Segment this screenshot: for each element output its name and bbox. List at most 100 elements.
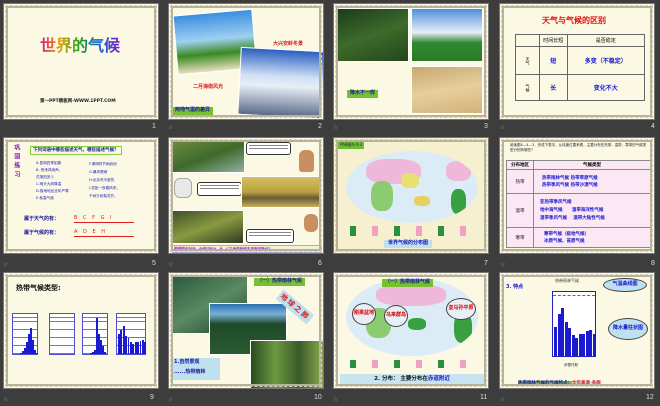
animation-icon: ☆	[3, 396, 9, 403]
table-header: 时间长短	[539, 34, 568, 47]
speech-bubble	[246, 142, 291, 155]
climate-types-table: 分布地区 气候类型 热带 热带雨林气候 热带草原气候 热带季风气候 热带沙漠气候 温带…	[506, 160, 651, 248]
table-cell: 气候	[515, 74, 540, 101]
weather-label: 属于天气的有：	[24, 216, 60, 222]
animation-icon: ☆	[500, 124, 506, 131]
slide-number: 2	[318, 123, 322, 130]
slide-number: 7	[484, 260, 488, 267]
slide-number: 4	[651, 123, 655, 130]
table-cell: 短	[539, 46, 568, 75]
grassland-photo	[411, 8, 483, 62]
slide-thumbnail-6[interactable]: 根据图中对话，分组讨论A、B、C三地的气候各自有何特点?	[168, 137, 324, 254]
snow-forest-photo	[237, 46, 323, 119]
caption: 根据图中对话，分组讨论A、B、C三地的气候各自有何特点?	[172, 245, 322, 253]
mini-climate-chart	[12, 313, 38, 355]
slide-thumbnail-9[interactable]: 热带气候类型:	[3, 272, 159, 389]
person-illustration	[174, 178, 192, 198]
slide-thumbnail-8[interactable]: 阅读图4—4—3，完成下表中，从纬度位置来看，主要分布在热带、温带、寒带的气候类…	[499, 137, 655, 254]
slide-thumbnail-5[interactable]: 巩固练习 下列词语中哪些描述天气，哪些描述气候？ A.昆明四季如春 B. 夜来风雨…	[3, 137, 159, 254]
slide-thumbnail-12[interactable]: 3. 特点 热带雨林气候 伊基托斯 气温曲线图 降水量柱状图 热带雨林气候的气候…	[499, 272, 655, 389]
slide-number: 9	[150, 394, 154, 401]
animation-icon: ☆	[500, 396, 506, 403]
cloud-label: 马来群岛	[384, 305, 408, 327]
cloud-label: 亚马孙平原	[446, 298, 476, 320]
map-legend	[350, 360, 475, 368]
slide-thumbnail-11[interactable]: （一）热带雨林气候 刚果盆地 马来群岛 亚马孙平原 2. 分布： 主要分布在赤道…	[333, 272, 489, 389]
table-header: 分布地区	[506, 160, 534, 170]
cloud-label: 刚果盆地	[352, 303, 376, 325]
slide-number: 12	[646, 394, 654, 401]
section-tag: （一）热带雨林气候	[254, 278, 306, 286]
figure-tag: P68图4-4-3	[338, 142, 365, 149]
slide-thumbnail-2[interactable]: 大兴安岭冬景 二月海南风光 两地气温的差异	[168, 3, 324, 120]
slide-number: 8	[651, 260, 655, 267]
station-name: 伊基托斯	[564, 363, 578, 367]
mini-climate-chart	[49, 313, 75, 355]
table-header: 是否稳定	[566, 34, 646, 47]
table-cell: 天气	[515, 46, 540, 75]
slide-thumbnail-7[interactable]: P68图4-4-3 世界气候的分布图	[333, 137, 489, 254]
climate-chart	[552, 291, 596, 357]
mini-climate-chart	[82, 313, 108, 355]
side-heading: 巩固练习	[12, 144, 20, 180]
animation-icon: ☆	[333, 124, 339, 131]
slide-thumbnail-10[interactable]: （一）热带雨林气候 地球之肺 1.自然景观 ......热带雨林	[168, 272, 324, 389]
heading: 3. 特点	[506, 284, 524, 290]
animation-icon: ☆	[168, 124, 174, 131]
precipitation-bar	[592, 333, 596, 356]
options-right: F.清明时节雨纷纷 G.暴风骤雨 H.北京冬冷夏热 I.忽如一夜春风来， 千树万树梨花开…	[89, 162, 120, 198]
desert-photo	[411, 66, 483, 114]
comparison-table: 时间长短 是否稳定 天气短多变（不稳定） 气候长变化不大	[515, 34, 646, 101]
river-photo	[172, 141, 245, 173]
table-header: 气候类型	[533, 160, 651, 170]
slide-thumbnail-1[interactable]: 世界的气候 第一PPT模板网-WWW.1PPT.COM	[3, 3, 159, 120]
slide-title: 世界的气候	[40, 36, 121, 55]
table-cell: 亚热带季风气候 地中海气候 温带海洋性气候 温带季风气候 温带大陆性气候	[533, 193, 651, 228]
speech-bubble	[197, 182, 242, 196]
table-cell: 热带	[506, 169, 534, 194]
person-illustration	[304, 214, 318, 232]
person-illustration	[299, 150, 314, 172]
world-climate-map	[346, 151, 478, 223]
caption: 两地气温的差异	[172, 107, 214, 115]
forest-photo	[337, 8, 409, 62]
table-cell: 热带雨林气候 热带草原气候 热带季风气候 热带沙漠气候	[533, 169, 651, 194]
section-tag: （一）热带雨林气候	[382, 279, 434, 287]
speech-bubble	[246, 229, 294, 243]
chart-title: 热带雨林气候	[555, 278, 579, 283]
distribution-text: 2. 分布： 主要分布在赤道附近	[340, 374, 484, 385]
slide-number: 11	[480, 394, 488, 401]
hainan-label: 二月海南风光	[193, 84, 224, 90]
feature-text: 热带雨林气候的气候特点：全年高温 多雨	[518, 381, 601, 386]
table-cell: 变化不大	[566, 74, 646, 101]
cloud-label: 气温曲线图	[603, 278, 647, 292]
caption: 世界气候的分布图	[384, 240, 433, 248]
slide-title: 热带气候类型:	[16, 284, 61, 292]
slide-number: 3	[484, 123, 488, 130]
table-cell: 寒带	[506, 227, 534, 248]
slide-thumbnail-4[interactable]: 天气与气候的区别 时间长短 是否稳定 天气短多变（不稳定） 气候长变化不大	[499, 3, 655, 120]
cloud-label: 降水量柱状图	[608, 318, 648, 340]
slide-number: 5	[152, 260, 156, 267]
animation-icon: ☆	[333, 396, 339, 403]
slide-title: 天气与气候的区别	[542, 16, 606, 25]
animation-icon: ☆	[168, 396, 174, 403]
slide-thumbnail-3[interactable]: 降水不一样	[333, 3, 489, 120]
savanna-photo	[241, 176, 321, 208]
animation-icon: ☆	[168, 261, 174, 268]
info-box: 1.自然景观 ......热带雨林	[172, 358, 220, 380]
slide-number: 10	[314, 394, 322, 401]
climate-answer: A D E H	[74, 229, 134, 237]
caption: 降水不一样	[347, 90, 379, 98]
table-cell: 多变（不稳定）	[566, 46, 646, 75]
tree-photo	[172, 210, 244, 244]
options-left: A.昆明四季如春 B. 夜来风雨声， 花落知多少 C.明天大风降温 D.极地地区全年严寒…	[36, 161, 69, 200]
mini-climate-chart	[116, 313, 147, 355]
table-cell: 寒带气候（极地气候） 冰原气候、苔原气候	[533, 227, 651, 248]
climate-label: 属于气候的有：	[24, 230, 60, 236]
slide-number: 1	[152, 123, 156, 130]
slide-number: 6	[318, 260, 322, 267]
instruction-text: 阅读图4—4—3，完成下表中，从纬度位置来看，主要分布在热带、温带、寒带的气候类…	[510, 143, 647, 152]
table-cell: 温带	[506, 193, 534, 228]
jungle-photo	[250, 340, 323, 388]
